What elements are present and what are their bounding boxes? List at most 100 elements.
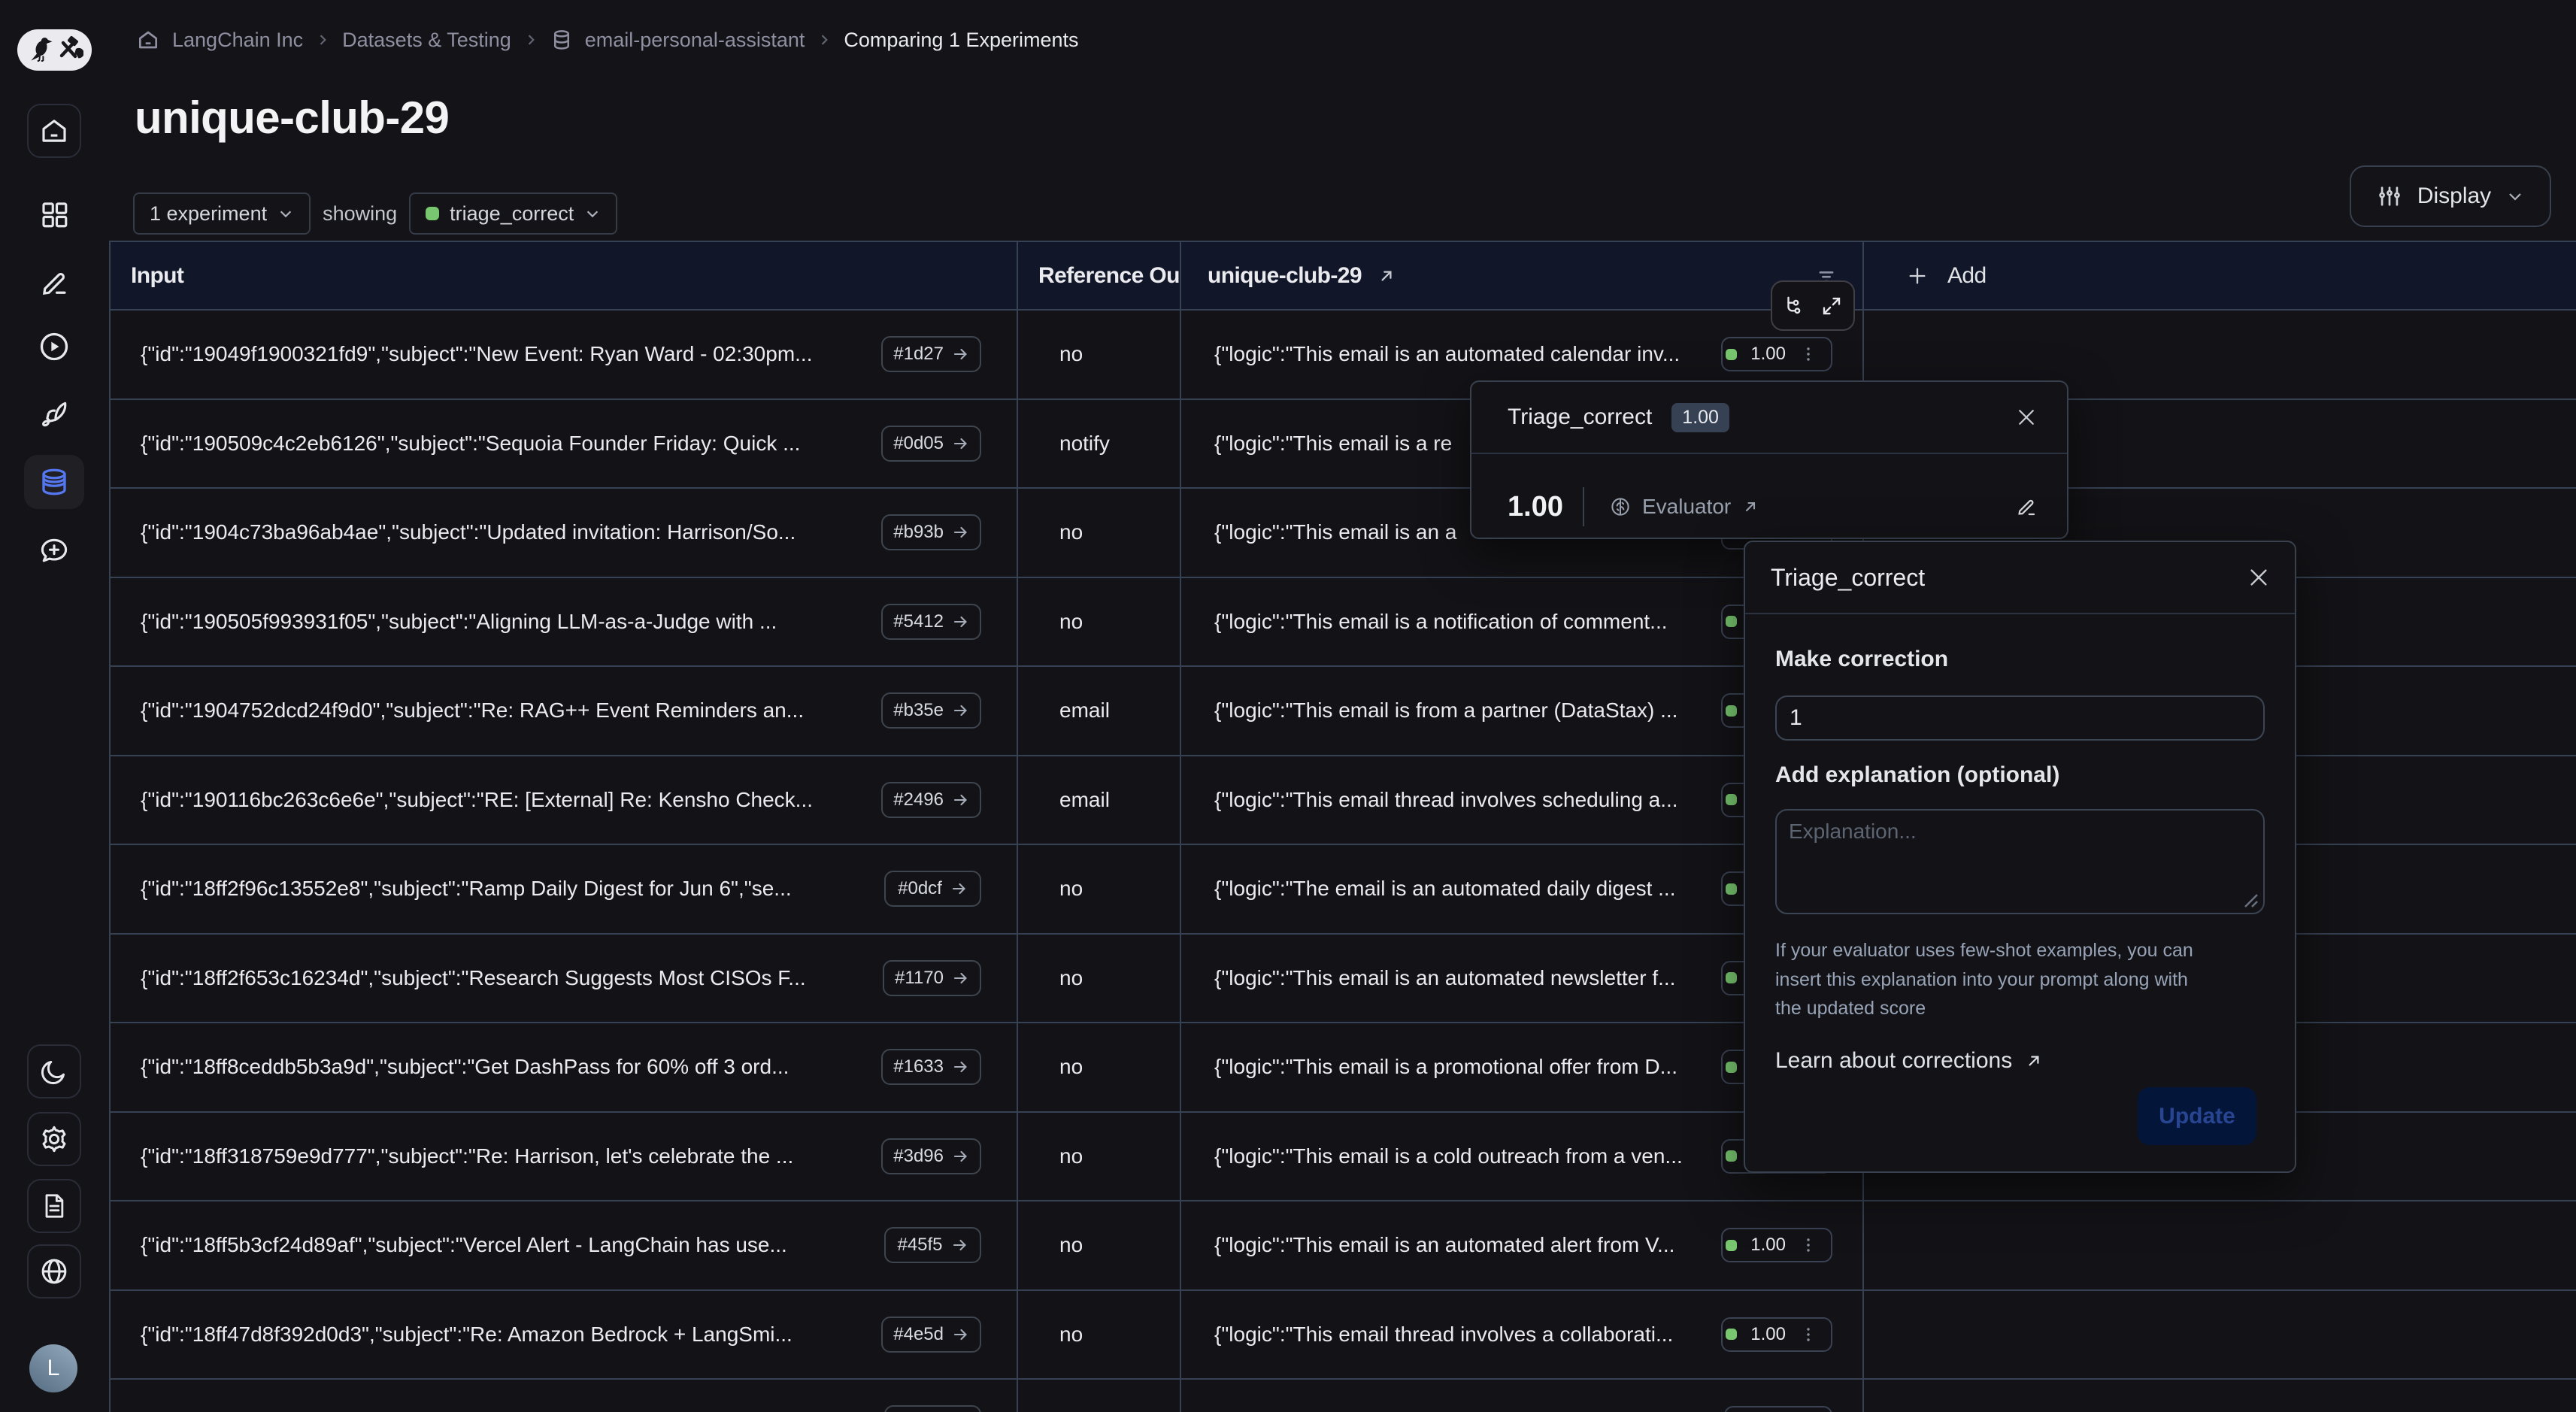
sidebar-item-theme-toggle[interactable] (27, 1044, 81, 1098)
sidebar-item-feedback[interactable] (36, 533, 72, 569)
feedback-score-chip[interactable] (1724, 1406, 1832, 1412)
resize-handle-icon[interactable] (2244, 893, 2259, 908)
example-id-chip[interactable]: #b93b (881, 514, 981, 550)
output-cell[interactable]: {"logic":"This email thread involves a c… (1181, 1291, 1864, 1379)
sidebar-item-dashboards[interactable] (36, 196, 72, 232)
input-cell[interactable]: {"id":"190509c4c2eb6126","subject":"Sequ… (111, 400, 1018, 488)
score-value: 1.00 (1750, 344, 1786, 365)
reference-cell[interactable]: no (1018, 1023, 1181, 1111)
kebab-menu-icon[interactable] (1799, 1236, 1817, 1254)
column-header-experiment[interactable]: unique-club-29 (1181, 242, 1864, 309)
output-cell[interactable] (1181, 1380, 1864, 1412)
example-id-chip[interactable]: #3d96 (881, 1138, 981, 1174)
arrow-right-icon (951, 791, 969, 809)
table-row[interactable]: {"id":"18ff47d8f392d0d3","subject":"Re: … (111, 1291, 2576, 1380)
example-id-chip[interactable]: #0d05 (881, 426, 981, 462)
example-id-chip[interactable]: #4e5d (881, 1317, 981, 1353)
column-header-input-label: Input (111, 263, 1017, 289)
table-row[interactable]: {"id":"190509c4c2eb6126","subject":"Sequ… (111, 400, 2576, 489)
external-link-icon (1741, 498, 1759, 516)
example-id-chip[interactable]: #0dcf (884, 871, 981, 907)
example-id-chip[interactable]: #1170 (883, 960, 981, 996)
reference-cell[interactable]: no (1018, 311, 1181, 398)
example-id-chip[interactable]: #b35e (881, 692, 981, 729)
user-avatar[interactable]: L (29, 1344, 77, 1392)
external-link-icon[interactable] (1377, 266, 1396, 286)
reference-cell[interactable]: no (1018, 1201, 1181, 1289)
update-button[interactable]: Update (2138, 1087, 2256, 1145)
sidebar-item-deployments[interactable] (36, 396, 72, 432)
sidebar-item-datasets[interactable] (24, 455, 84, 509)
example-id-chip[interactable] (884, 1405, 981, 1412)
experiment-selector[interactable]: 1 experiment (133, 192, 311, 235)
output-cell[interactable]: {"logic":"This email is an automated ale… (1181, 1201, 1864, 1289)
sidebar-item-web[interactable] (27, 1244, 81, 1298)
sidebar-item-docs[interactable] (27, 1179, 81, 1233)
close-icon[interactable] (2247, 565, 2271, 589)
input-cell[interactable]: {"id":"19049f1900321fd9","subject":"New … (111, 311, 1018, 398)
edit-pencil-icon[interactable] (2015, 495, 2038, 518)
input-cell[interactable]: {"id":"18ff318759e9d777","subject":"Re: … (111, 1113, 1018, 1201)
correction-helper-text: If your evaluator uses few-shot examples… (1775, 936, 2265, 1023)
kebab-menu-icon[interactable] (1799, 345, 1817, 363)
column-header-reference[interactable]: Reference Output (1018, 242, 1181, 309)
example-id-chip[interactable]: #1633 (881, 1049, 981, 1085)
reference-cell[interactable]: no (1018, 1113, 1181, 1201)
sidebar-item-playground[interactable] (36, 329, 72, 365)
input-cell[interactable]: {"id":"1904c73ba96ab4ae","subject":"Upda… (111, 489, 1018, 577)
score-popover-title: Triage_correct (1508, 405, 1652, 430)
feedback-filter[interactable]: triage_correct (409, 192, 617, 235)
example-id-chip[interactable]: #45f5 (884, 1227, 981, 1263)
gear-icon (38, 1123, 70, 1155)
reference-cell[interactable]: email (1018, 667, 1181, 755)
correction-input[interactable]: 1 (1775, 695, 2265, 741)
table-row[interactable] (111, 1380, 2576, 1412)
example-id-label: #0d05 (893, 433, 944, 454)
input-cell[interactable]: {"id":"18ff2f653c16234d","subject":"Rese… (111, 935, 1018, 1023)
breadcrumb-section[interactable]: Datasets & Testing (342, 29, 511, 52)
column-header-add[interactable]: Add (1864, 242, 2576, 309)
column-header-input[interactable]: Input (111, 242, 1018, 309)
score-popover-source[interactable]: Evaluator (1609, 495, 1759, 519)
sidebar-item-home[interactable] (27, 104, 81, 158)
input-cell[interactable]: {"id":"18ff8ceddb5b3a9d","subject":"Get … (111, 1023, 1018, 1111)
table-row[interactable]: {"id":"19049f1900321fd9","subject":"New … (111, 311, 2576, 400)
reference-cell[interactable]: no (1018, 578, 1181, 666)
breadcrumb-home-icon[interactable] (136, 28, 160, 52)
input-cell[interactable]: {"id":"18ff5b3cf24d89af","subject":"Verc… (111, 1201, 1018, 1289)
reference-cell[interactable]: email (1018, 756, 1181, 844)
input-cell[interactable]: {"id":"190505f993931f05","subject":"Alig… (111, 578, 1018, 666)
breadcrumb-dataset[interactable]: email-personal-assistant (585, 29, 805, 52)
input-cell[interactable]: {"id":"1904752dcd24f9d0","subject":"Re: … (111, 667, 1018, 755)
feedback-score-chip[interactable]: 1.00 (1721, 1317, 1832, 1352)
tree-view-icon[interactable] (1783, 295, 1805, 317)
feedback-score-chip[interactable]: 1.00 (1721, 1228, 1832, 1262)
learn-about-corrections-link[interactable]: Learn about corrections (1775, 1048, 2265, 1074)
sidebar-item-settings[interactable] (27, 1112, 81, 1166)
example-id-chip[interactable]: #5412 (881, 604, 981, 640)
display-button[interactable]: Display (2350, 165, 2551, 227)
close-icon[interactable] (2015, 406, 2038, 429)
input-cell[interactable] (111, 1380, 1018, 1412)
reference-cell[interactable] (1018, 1380, 1181, 1412)
input-cell[interactable]: {"id":"18ff2f96c13552e8","subject":"Ramp… (111, 845, 1018, 933)
reference-cell[interactable]: no (1018, 845, 1181, 933)
input-cell[interactable]: {"id":"190116bc263c6e6e","subject":"RE: … (111, 756, 1018, 844)
breadcrumb-org[interactable]: LangChain Inc (172, 29, 303, 52)
divider (1583, 487, 1584, 526)
example-id-chip[interactable]: #1d27 (881, 336, 981, 372)
feedback-score-chip[interactable]: 1.00 (1721, 337, 1832, 371)
input-cell[interactable]: {"id":"18ff47d8f392d0d3","subject":"Re: … (111, 1291, 1018, 1379)
reference-cell[interactable]: no (1018, 935, 1181, 1023)
langsmith-logo[interactable] (17, 29, 92, 71)
reference-cell[interactable]: no (1018, 1291, 1181, 1379)
explanation-textarea[interactable]: Explanation... (1775, 809, 2265, 914)
reference-cell[interactable]: notify (1018, 400, 1181, 488)
table-row[interactable]: {"id":"18ff5b3cf24d89af","subject":"Verc… (111, 1201, 2576, 1291)
expand-icon[interactable] (1820, 295, 1843, 317)
reference-cell[interactable]: no (1018, 489, 1181, 577)
sidebar-item-annotate[interactable] (36, 265, 72, 301)
example-id-chip[interactable]: #2496 (881, 782, 981, 818)
kebab-menu-icon[interactable] (1799, 1326, 1817, 1344)
input-json-text: {"id":"19049f1900321fd9","subject":"New … (111, 342, 869, 366)
